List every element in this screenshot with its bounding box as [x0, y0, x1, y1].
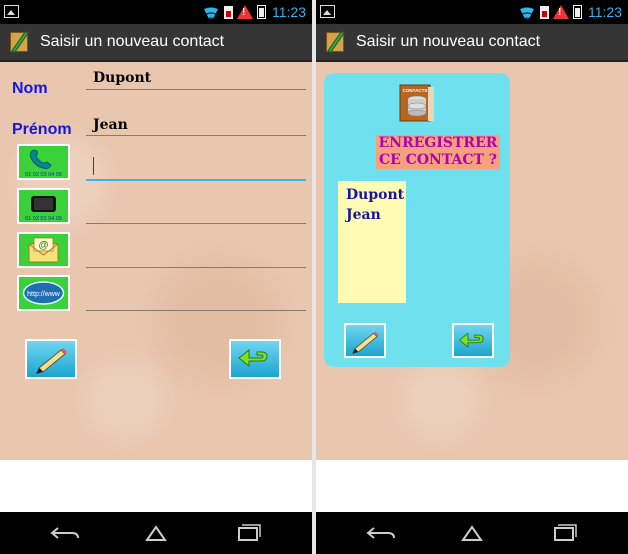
pencil-icon: [352, 331, 379, 354]
app-title: Saisir un nouveau contact: [40, 33, 225, 50]
mobile-icon: 01 02 03 04 05: [19, 190, 68, 222]
confirm-dialog: CONTACTS ENREGISTRER CE CONTACT ? Dupont…: [324, 73, 510, 367]
contacts-book-icon: CONTACTS: [398, 83, 436, 123]
action-bar: Saisir un nouveau contact: [316, 24, 628, 62]
mobile-input-underline: [86, 223, 306, 224]
dialog-content: CONTACTS ENREGISTRER CE CONTACT ? Dupont…: [316, 62, 628, 460]
mobile-field-button[interactable]: 01 02 03 04 05: [17, 188, 70, 224]
phone-input[interactable]: [86, 152, 306, 179]
nom-field[interactable]: Dupont: [93, 70, 151, 86]
pencil-icon: [36, 348, 67, 374]
notepad-pencil-icon[interactable]: [10, 30, 32, 54]
home-icon[interactable]: [139, 522, 173, 544]
nom-label: Nom: [12, 80, 48, 97]
contact-last-name: Dupont: [346, 187, 405, 203]
phone-field-button[interactable]: 01 02 03 04 05: [17, 144, 70, 180]
recent-apps-icon[interactable]: [546, 522, 580, 544]
back-icon[interactable]: [48, 522, 82, 544]
mobile-number-sample: 01 02 03 04 05: [25, 216, 62, 222]
warning-icon: !: [553, 5, 569, 19]
save-contact-button[interactable]: [25, 339, 77, 379]
email-input[interactable]: [86, 240, 306, 267]
prenom-field[interactable]: Jean: [93, 117, 128, 133]
nom-underline: [86, 89, 306, 90]
web-icon: http://www: [19, 277, 68, 309]
svg-text:@: @: [39, 240, 49, 251]
save-contact-prompt: ENREGISTRER CE CONTACT ?: [376, 135, 500, 169]
image-icon: [320, 5, 335, 18]
mobile-input[interactable]: [86, 196, 306, 223]
clock: 11:23: [272, 4, 306, 20]
image-icon: [4, 5, 19, 18]
sim-icon: [224, 5, 233, 19]
notepad-pencil-icon[interactable]: [326, 30, 348, 54]
form-content: Nom Dupont Prénom Jean 01 02 03 04 05 01…: [0, 62, 312, 460]
email-icon: @: [19, 234, 68, 266]
status-bar: ! 11:23: [316, 0, 628, 24]
battery-icon: [573, 5, 582, 19]
web-input-underline: [86, 310, 306, 311]
contact-summary-box: Dupont Jean: [338, 181, 406, 303]
app-title: Saisir un nouveau contact: [356, 33, 541, 50]
back-button[interactable]: [229, 339, 281, 379]
contact-form-screen: ! 11:23 Saisir un nouveau contact Nom Du…: [0, 0, 312, 554]
empty-area: [0, 460, 312, 512]
svg-text:CONTACTS: CONTACTS: [403, 88, 428, 93]
return-arrow-icon: [458, 331, 484, 348]
navigation-bar: [316, 512, 628, 554]
prenom-underline: [86, 135, 306, 136]
email-field-button[interactable]: @: [17, 232, 70, 268]
wifi-icon: [518, 5, 536, 19]
confirm-contact-screen: ! 11:23 Saisir un nouveau contact CONTAC…: [316, 0, 628, 554]
web-label: http://www: [27, 291, 61, 298]
contact-first-name: Jean: [346, 207, 381, 223]
prenom-label: Prénom: [12, 121, 72, 138]
wifi-icon: [202, 5, 220, 19]
return-arrow-icon: [238, 348, 268, 368]
sim-icon: [540, 5, 549, 19]
phone-icon: 01 02 03 04 05: [19, 146, 68, 178]
navigation-bar: [0, 512, 312, 554]
back-icon[interactable]: [364, 522, 398, 544]
status-bar: ! 11:23: [0, 0, 312, 24]
home-icon[interactable]: [455, 522, 489, 544]
recent-apps-icon[interactable]: [230, 522, 264, 544]
cancel-back-button[interactable]: [452, 323, 494, 358]
empty-area: [316, 460, 628, 512]
warning-icon: !: [237, 5, 253, 19]
screens-container: ! 11:23 Saisir un nouveau contact Nom Du…: [0, 0, 628, 554]
phone-input-underline: [86, 179, 306, 181]
battery-icon: [257, 5, 266, 19]
action-bar: Saisir un nouveau contact: [0, 24, 312, 62]
phone-number-sample: 01 02 03 04 05: [25, 172, 62, 178]
web-input[interactable]: [86, 283, 306, 310]
clock: 11:23: [588, 4, 622, 20]
email-input-underline: [86, 267, 306, 268]
confirm-save-button[interactable]: [344, 323, 386, 358]
web-field-button[interactable]: http://www: [17, 275, 70, 311]
